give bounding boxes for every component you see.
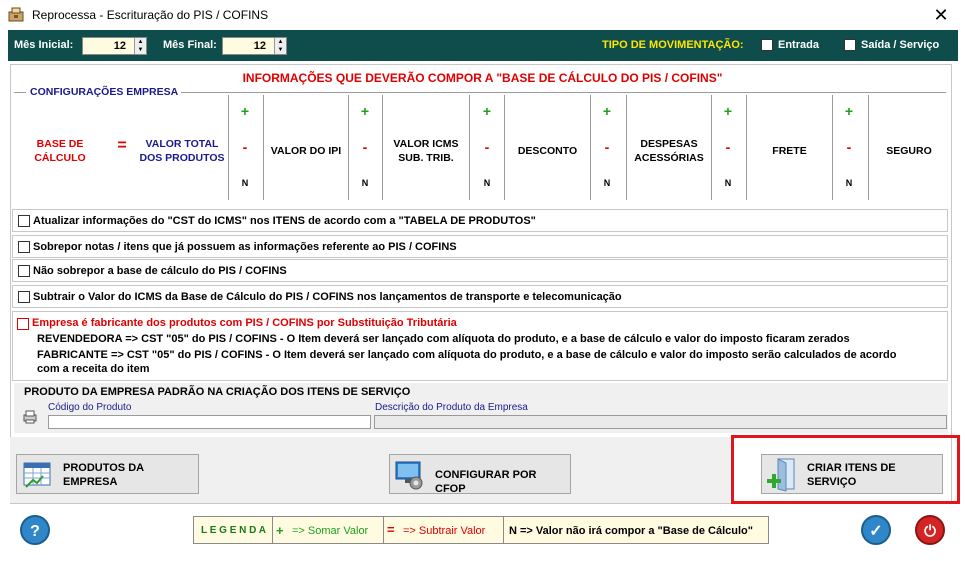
mes-final-value: 12 (253, 40, 266, 52)
tipo-movimentacao-label: TIPO DE MOVIMENTAÇÃO: (602, 39, 744, 51)
option-nao-sobrepor[interactable]: Não sobrepor a base de cálculo do PIS / … (12, 259, 948, 282)
config-empresa-label: CONFIGURAÇÕES EMPRESA (30, 86, 179, 98)
option-fabricante-label: Empresa é fabricante dos produtos com PI… (32, 317, 457, 329)
plus-sign-icms[interactable]: + (355, 104, 375, 118)
option-sobrepor-notas-checkbox[interactable] (18, 241, 30, 253)
valor-total-line1: VALOR TOTAL (145, 138, 219, 150)
col-seguro: SEGURO (886, 145, 932, 157)
window-title: Reprocessa - Escrituração do PIS / COFIN… (32, 8, 269, 22)
n-sign-ipi[interactable]: N (235, 176, 255, 190)
revendedora-text: REVENDEDORA => CST "05" do PIS / COFINS … (37, 333, 850, 345)
configurar-cfop-button[interactable]: CONFIGURAR POR CFOP (389, 454, 571, 495)
codigo-produto-label: Código do Produto (48, 402, 132, 413)
legend-plus-sign: + (276, 523, 284, 538)
legend-subtrair-label: => Subtrair Valor (403, 525, 486, 537)
configurar-cfop-label: CONFIGURAR POR CFOP (435, 469, 537, 495)
base-calculo-line2: CÁLCULO (34, 152, 86, 164)
option-subtrair-icms-label: Subtrair o Valor do ICMS da Base de Cálc… (33, 291, 622, 303)
n-sign-despesas[interactable]: N (597, 176, 617, 190)
option-fabricante-checkbox[interactable] (17, 318, 29, 330)
produto-section-label: PRODUTO DA EMPRESA PADRÃO NA CRIAÇÃO DOS… (24, 386, 411, 398)
col-despesas-line1: DESPESAS (640, 138, 698, 150)
help-icon[interactable]: ? (20, 515, 50, 545)
n-sign-seguro[interactable]: N (839, 176, 859, 190)
legend-bar: L E G E N D A + => Somar Valor = => Subt… (193, 516, 769, 544)
option-subtrair-icms[interactable]: Subtrair o Valor do ICMS da Base de Cálc… (12, 285, 948, 308)
n-sign-icms[interactable]: N (355, 176, 375, 190)
legend-somar-label: => Somar Valor (292, 525, 369, 537)
option-sobrepor-notas[interactable]: Sobrepor notas / itens que já possuem as… (12, 235, 948, 258)
entrada-checkbox[interactable] (761, 39, 773, 51)
power-icon[interactable]: ⏻ (915, 515, 945, 545)
saida-checkbox[interactable] (844, 39, 856, 51)
produtos-empresa-button[interactable]: PRODUTOS DA EMPRESA (16, 454, 199, 494)
base-calculo-label: BASE DE CÁLCULO (22, 137, 98, 165)
spinner-arrows-icon[interactable]: ▲ ▼ (274, 38, 286, 54)
col-valor-icms: VALOR ICMS SUB. TRIB. (383, 137, 469, 165)
valor-total-line2: DOS PRODUTOS (139, 152, 225, 164)
minus-sign-icms[interactable]: - (355, 140, 375, 154)
minus-sign-frete[interactable]: - (718, 140, 738, 154)
search-produto-icon[interactable] (22, 409, 38, 425)
highlight-frame (731, 435, 960, 504)
mes-final-label: Mês Final: (163, 39, 217, 51)
monitor-gear-icon (395, 461, 423, 490)
col-despesas: DESPESAS ACESSÓRIAS (627, 137, 711, 165)
option-nao-sobrepor-checkbox[interactable] (18, 265, 30, 277)
option-atualizar-cst-label: Atualizar informações do "CST do ICMS" n… (33, 215, 536, 227)
minus-sign-seguro[interactable]: - (839, 140, 859, 154)
valor-total-produtos: VALOR TOTAL DOS PRODUTOS (134, 137, 230, 165)
option-atualizar-cst[interactable]: Atualizar informações do "CST do ICMS" n… (12, 209, 948, 232)
legend-minus-sign: = (387, 522, 395, 537)
spreadsheet-icon (23, 462, 51, 488)
plus-sign-frete[interactable]: + (718, 104, 738, 118)
minus-sign-despesas[interactable]: - (597, 140, 617, 154)
plus-sign-seguro[interactable]: + (839, 104, 859, 118)
period-toolbar: Mês Inicial: 12 ▲ ▼ Mês Final: 12 ▲ ▼ TIPO… (8, 30, 958, 61)
legend-title: L E G E N D A (201, 525, 267, 536)
produtos-empresa-line1: PRODUTOS DA (63, 462, 145, 474)
spinner-arrows-icon[interactable]: ▲ ▼ (134, 38, 146, 54)
saida-label: Saída / Serviço (861, 39, 940, 51)
option-nao-sobrepor-label: Não sobrepor a base de cálculo do PIS / … (33, 265, 287, 277)
close-icon[interactable]: ✕ (930, 4, 952, 26)
plus-sign-desconto[interactable]: + (477, 104, 497, 118)
option-sobrepor-notas-label: Sobrepor notas / itens que já possuem as… (33, 241, 457, 253)
mes-inicial-spinner[interactable]: 12 ▲ ▼ (82, 37, 147, 55)
col-desconto: DESCONTO (517, 145, 578, 157)
col-frete: FRETE (772, 145, 807, 157)
col-icms-line2: SUB. TRIB. (398, 152, 454, 164)
app-icon (8, 7, 24, 22)
confirm-check-icon[interactable]: ✓ (861, 515, 891, 545)
n-sign-desconto[interactable]: N (477, 176, 497, 190)
entrada-label: Entrada (778, 39, 819, 51)
col-icms-line1: VALOR ICMS (393, 138, 459, 150)
minus-sign-desconto[interactable]: - (477, 140, 497, 154)
option-subtrair-icms-checkbox[interactable] (18, 291, 30, 303)
plus-sign-despesas[interactable]: + (597, 104, 617, 118)
fabricante-text-line2: com a receita do item (37, 363, 150, 375)
mes-inicial-label: Mês Inicial: (14, 39, 74, 51)
base-calculo-line1: BASE DE (36, 138, 84, 150)
descricao-produto-label: Descrição do Produto da Empresa (375, 402, 528, 413)
col-despesas-line2: ACESSÓRIAS (634, 152, 704, 164)
produtos-empresa-line2: EMPRESA (63, 476, 118, 488)
plus-sign-ipi: + (240, 103, 250, 119)
n-sign-frete[interactable]: N (718, 176, 738, 190)
option-atualizar-cst-checkbox[interactable] (18, 215, 30, 227)
legend-nao-compor-label: N => Valor não irá compor a "Base de Cál… (509, 525, 753, 537)
col-valor-ipi: VALOR DO IPI (270, 145, 342, 157)
fabricante-text-line1: FABRICANTE => CST "05" do PIS / COFINS -… (37, 349, 897, 361)
mes-inicial-value: 12 (113, 40, 126, 52)
codigo-produto-input[interactable] (48, 415, 371, 429)
minus-sign-ipi[interactable]: - (235, 140, 255, 154)
equals-sign: = (117, 137, 127, 154)
panel-title: INFORMAÇÕES QUE DEVERÃO COMPOR A "BASE D… (242, 71, 723, 85)
descricao-produto-input (374, 415, 947, 429)
mes-final-spinner[interactable]: 12 ▲ ▼ (222, 37, 287, 55)
